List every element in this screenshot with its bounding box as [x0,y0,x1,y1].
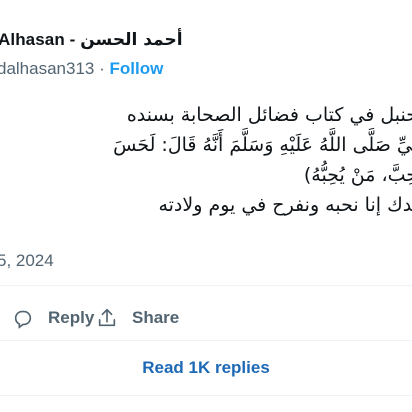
tweet-card: Alhasan - أحمد الحسن dalhasan313 · Follo… [0,0,412,412]
reply-label: Reply [48,308,95,327]
handle-separator: · [94,59,110,78]
tweet-timestamp[interactable]: 5, 2024 [0,251,54,271]
tweet-line: حِبَّ، مَنْ يُحِبُّهُ) [303,164,412,186]
author-handle-row: dalhasan313 · Follow [0,59,163,79]
share-icon [96,307,118,329]
tweet-text: حنبل في كتاب فضائل الصحابة بسنده بِيِّ ص… [0,100,412,220]
follow-button[interactable]: Follow [109,59,163,78]
divider [0,340,412,341]
read-replies-button[interactable]: Read 1K replies [0,349,412,387]
share-label: Share [132,308,180,327]
tweet-line: حنبل في كتاب فضائل الصحابة بسنده [126,104,412,126]
author-name-latin: Alhasan - [0,30,81,49]
divider [0,395,412,396]
author-name-arabic: أحمد الحسن [80,30,183,50]
author-name[interactable]: Alhasan - أحمد الحسن [0,30,183,50]
action-bar: Reply Share [0,298,412,338]
tweet-line: ندك إنا نحبه ونفرح في يوم ولادته [158,194,412,216]
tweet-line: بِيِّ صَلَّى اللَّهُ عَلَيْهِ وَسَلَّمَ … [113,134,412,156]
reply-icon [12,307,34,329]
divider [0,285,412,286]
share-button[interactable]: Share [96,298,179,338]
author-handle[interactable]: dalhasan313 [0,59,94,78]
reply-button[interactable]: Reply [12,298,94,338]
